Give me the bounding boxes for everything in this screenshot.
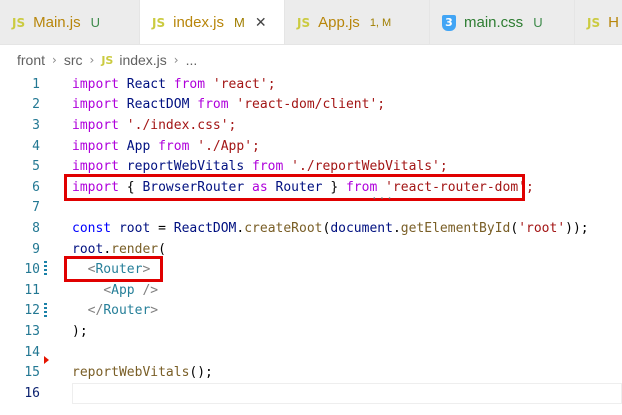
hint-dots: ... xyxy=(371,189,394,202)
code-line: 1 import React from 'react'; xyxy=(0,74,622,95)
code-line: 11 <App /> xyxy=(0,280,622,301)
breadcrumb-item-src[interactable]: src xyxy=(64,52,83,68)
javascript-file-icon: JS xyxy=(12,15,26,30)
tab-main-css[interactable]: 3 main.css U xyxy=(430,0,575,44)
line-number: 16 xyxy=(24,385,40,401)
line-number: 6 xyxy=(32,179,40,195)
line-number: 15 xyxy=(24,365,40,381)
line-number: 11 xyxy=(24,282,40,298)
breadcrumb-item-more[interactable]: ... xyxy=(186,52,198,68)
code-line-current: 16 xyxy=(0,383,622,404)
javascript-file-icon: JS xyxy=(587,15,601,30)
code-text: import reportWebVitals from './reportWeb… xyxy=(72,159,448,175)
chevron-right-icon: › xyxy=(173,53,179,67)
code-line: 2 import ReactDOM from 'react-dom/client… xyxy=(0,95,622,116)
tab-index-js[interactable]: JS index.js M ✕ xyxy=(140,0,285,44)
tab-overflow[interactable]: JS H xyxy=(575,0,622,44)
modified-line-indicator xyxy=(44,302,47,319)
breadcrumb: front › src › JS index.js › ... xyxy=(0,48,197,72)
modified-line-indicator xyxy=(44,261,47,278)
line-number: 14 xyxy=(24,344,40,360)
code-text: import React from 'react'; xyxy=(72,76,276,92)
code-text: root.render( xyxy=(72,241,166,257)
code-text: reportWebVitals(); xyxy=(72,365,213,381)
line-number: 9 xyxy=(32,241,40,257)
code-line: 4 import App from './App'; xyxy=(0,136,622,157)
code-line: 12 </Router> xyxy=(0,301,622,322)
css-file-icon: 3 xyxy=(442,14,456,31)
git-status-badge: U xyxy=(90,15,101,30)
line-number: 1 xyxy=(32,76,40,92)
code-text: ); xyxy=(72,323,88,339)
code-text: </Router> xyxy=(87,303,159,319)
code-text: <App /> xyxy=(103,282,159,298)
line-number: 10 xyxy=(24,262,40,278)
git-status-badge: M xyxy=(233,15,245,30)
code-line: 15 reportWebVitals(); xyxy=(0,362,622,383)
tab-label: App.js xyxy=(318,14,360,31)
line-number: 3 xyxy=(32,117,40,133)
line-number: 8 xyxy=(32,220,40,236)
line-number: 2 xyxy=(32,97,40,113)
code-line: 13 ); xyxy=(0,321,622,342)
line-number: 7 xyxy=(32,200,40,216)
javascript-file-icon: JS xyxy=(297,15,311,30)
editor-tab-bar: JS Main.js U JS index.js M ✕ JS App.js 1… xyxy=(0,0,622,45)
git-status-badge: U xyxy=(533,15,543,30)
close-icon[interactable]: ✕ xyxy=(255,15,267,31)
line-number: 13 xyxy=(24,323,40,339)
chevron-right-icon: › xyxy=(52,53,57,67)
current-line-highlight xyxy=(72,383,622,404)
code-line: 14 xyxy=(0,342,622,364)
code-text: import './index.css'; xyxy=(72,117,237,133)
javascript-file-icon: JS xyxy=(101,53,114,67)
code-line: 3 import './index.css'; xyxy=(0,115,622,136)
tab-label: H xyxy=(608,14,619,31)
chevron-right-icon: › xyxy=(89,53,95,67)
tab-label: index.js xyxy=(173,14,224,31)
code-text: const root = ReactDOM.createRoot(documen… xyxy=(72,220,589,236)
tab-label: Main.js xyxy=(33,14,81,31)
git-status-badge: 1, M xyxy=(369,16,392,29)
tab-app-js[interactable]: JS App.js 1, M xyxy=(285,0,430,44)
tab-main-js[interactable]: JS Main.js U xyxy=(0,0,140,44)
javascript-file-icon: JS xyxy=(152,15,166,30)
highlight-box-router-tag xyxy=(64,256,163,282)
highlight-box-import-line xyxy=(64,174,525,201)
code-editor[interactable]: 1 import React from 'react'; 2 import Re… xyxy=(0,72,622,415)
code-text: import ReactDOM from 'react-dom/client'; xyxy=(72,97,386,113)
breadcrumb-item-file[interactable]: index.js xyxy=(119,52,166,68)
code-text: import App from './App'; xyxy=(72,138,260,154)
line-number: 5 xyxy=(32,159,40,175)
code-line: 8 const root = ReactDOM.createRoot(docum… xyxy=(0,218,622,239)
tab-label: main.css xyxy=(464,14,524,31)
breadcrumb-item-front[interactable]: front xyxy=(17,52,45,68)
line-number: 12 xyxy=(24,303,40,319)
line-number: 4 xyxy=(32,138,40,154)
